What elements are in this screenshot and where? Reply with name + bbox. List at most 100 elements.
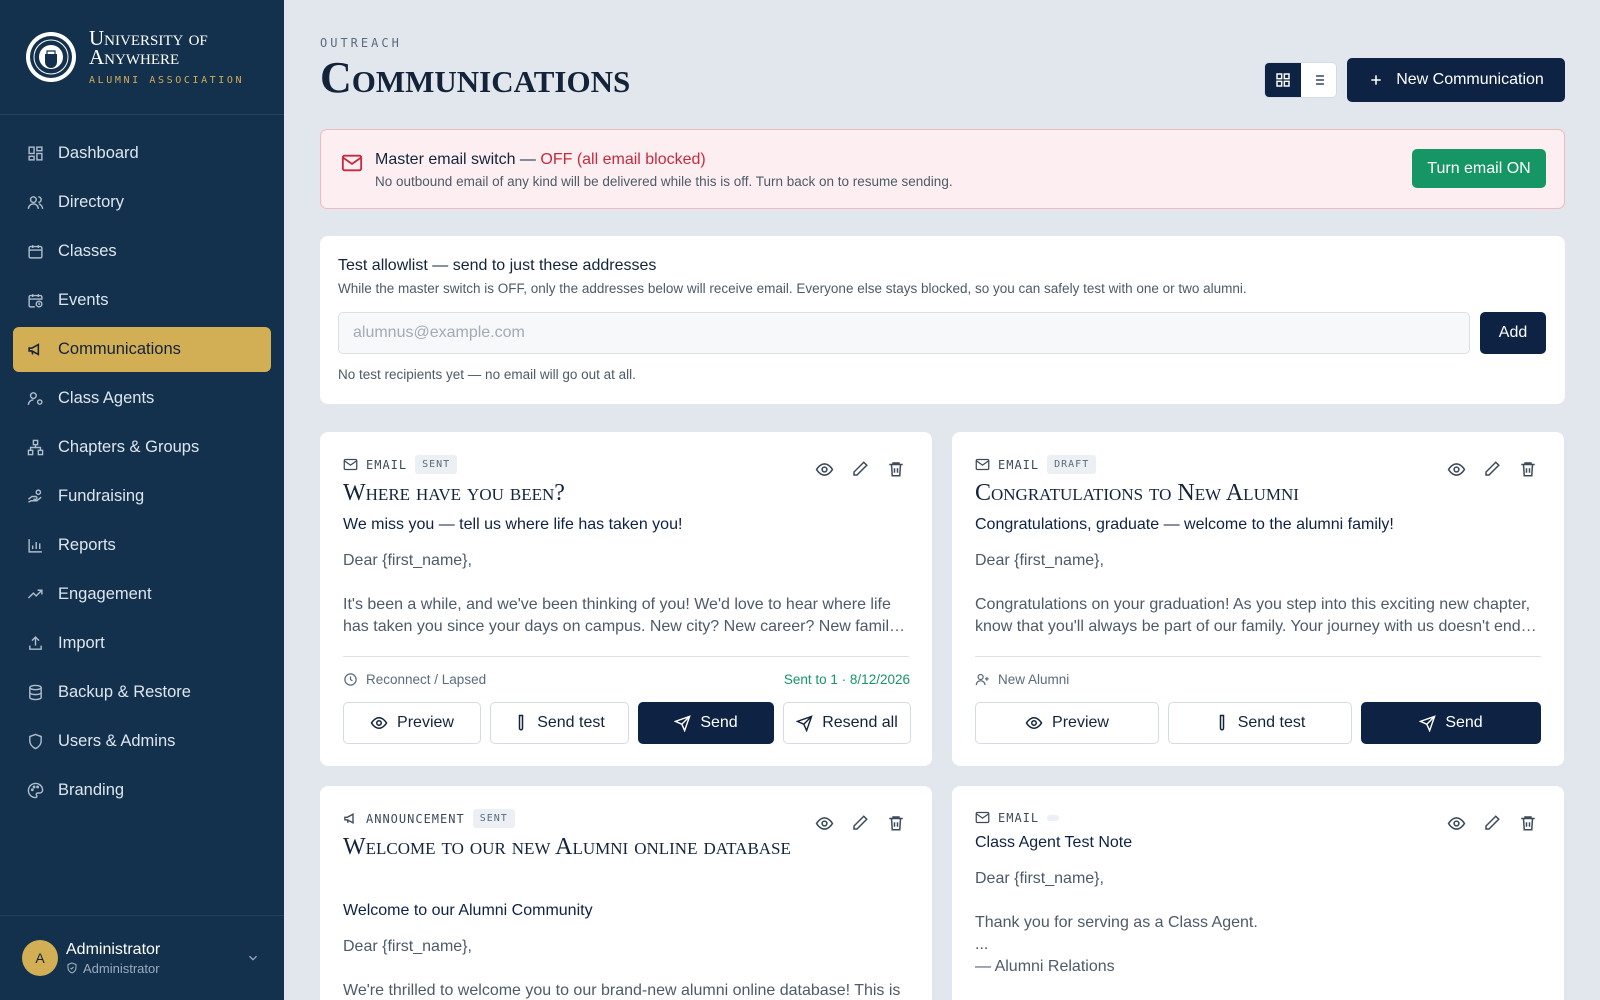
page-title: Communications [320, 53, 631, 102]
pencil-icon[interactable] [1482, 459, 1502, 479]
grid-view-button[interactable] [1265, 63, 1301, 97]
status-badge: DRAFT [1047, 455, 1097, 474]
sidebar-item-import[interactable]: Import [13, 621, 271, 666]
send-icon [674, 714, 692, 732]
chevron-down-icon[interactable] [246, 951, 260, 965]
card-title: Congratulations to New Alumni [975, 480, 1299, 506]
sidebar-item-label: Reports [58, 536, 116, 554]
preview-button[interactable]: Preview [343, 702, 481, 744]
card-type-label: EMAIL [366, 457, 408, 472]
allowlist-subtitle: While the master switch is OFF, only the… [338, 281, 1247, 296]
eye-icon[interactable] [814, 459, 834, 479]
sidebar-item-classes[interactable]: Classes [13, 229, 271, 274]
alert-subtitle: No outbound email of any kind will be de… [375, 174, 953, 189]
new-communication-button[interactable]: New Communication [1347, 58, 1565, 102]
hand-coins-icon [26, 488, 44, 506]
upload-icon [26, 635, 44, 653]
pencil-icon[interactable] [1482, 813, 1502, 833]
turn-email-on-button[interactable]: Turn email ON [1412, 149, 1546, 188]
trash-icon[interactable] [1518, 459, 1538, 479]
calendar-icon [26, 243, 44, 261]
card-body: Dear {first_name}, Congratulations on yo… [975, 552, 1537, 635]
send-test-button[interactable]: Send test [1168, 702, 1352, 744]
card-audience: Reconnect / Lapsed [343, 672, 486, 687]
add-recipient-button[interactable]: Add [1480, 312, 1546, 354]
sidebar-item-label: Communications [58, 340, 181, 358]
list-view-button[interactable] [1301, 63, 1337, 97]
calendar-clock-icon [26, 292, 44, 310]
communication-card: EMAIL DRAFT Congratulations to New Alumn… [952, 432, 1564, 766]
sidebar-item-class-agents[interactable]: Class Agents [13, 376, 271, 421]
card-type-label: ANNOUNCEMENT [366, 811, 465, 826]
sidebar-item-branding[interactable]: Branding [13, 768, 271, 813]
database-icon [26, 684, 44, 702]
view-toggle [1264, 62, 1337, 98]
pencil-icon[interactable] [850, 813, 870, 833]
sidebar-item-label: Classes [58, 242, 117, 260]
status-badge: SENT [472, 809, 515, 828]
sidebar-item-label: Engagement [58, 585, 152, 603]
sidebar-item-reports[interactable]: Reports [13, 523, 271, 568]
sidebar-item-label: Class Agents [58, 389, 155, 407]
avatar: A [22, 940, 58, 976]
allowlist-title: Test allowlist — send to just these addr… [338, 257, 657, 274]
sidebar-item-engagement[interactable]: Engagement [13, 572, 271, 617]
sidebar-item-label: Import [58, 634, 105, 652]
allowlist-email-input[interactable] [338, 312, 1470, 354]
card-type-label: EMAIL [998, 810, 1040, 825]
sidebar-item-backup-restore[interactable]: Backup & Restore [13, 670, 271, 715]
send-button[interactable]: Send [1361, 702, 1541, 744]
communication-card: EMAIL Class Agent Test Note Dear {first_… [952, 786, 1564, 1000]
sidebar-item-label: Backup & Restore [58, 683, 191, 701]
sidebar-item-communications[interactable]: Communications [13, 327, 271, 372]
sidebar-item-directory[interactable]: Directory [13, 180, 271, 225]
card-audience: New Alumni [975, 672, 1069, 687]
preview-button[interactable]: Preview [975, 702, 1159, 744]
sidebar-item-chapters-groups[interactable]: Chapters & Groups [13, 425, 271, 470]
sidebar-item-fundraising[interactable]: Fundraising [13, 474, 271, 519]
sidebar-item-label: Events [58, 291, 109, 309]
communication-card: ANNOUNCEMENT SENT Welcome to our new Alu… [320, 786, 932, 1000]
card-sent-info: Sent to 1 · 8/12/2026 [783, 672, 910, 687]
eye-icon[interactable] [1446, 459, 1466, 479]
trash-icon[interactable] [886, 813, 906, 833]
test-tube-icon [518, 714, 524, 731]
mail-icon [975, 811, 990, 824]
divider [343, 656, 909, 657]
sidebar-item-dashboard[interactable]: Dashboard [13, 131, 271, 176]
allowlist-empty-note: No test recipients yet — no email will g… [338, 367, 636, 382]
test-allowlist-panel: Test allowlist — send to just these addr… [320, 236, 1565, 404]
sidebar-item-label: Directory [58, 193, 125, 211]
alert-title: Master email switch — OFF (all email blo… [375, 151, 706, 168]
user-role: Administrator [66, 961, 160, 976]
trash-icon[interactable] [1518, 813, 1538, 833]
sidebar-nav: Dashboard Directory Classes Events Commu… [13, 131, 271, 817]
resend-all-button[interactable]: Resend all [783, 702, 911, 744]
send-test-button[interactable]: Send test [490, 702, 629, 744]
network-icon [26, 439, 44, 457]
send-button[interactable]: Send [638, 702, 774, 744]
page-eyebrow: OUTREACH [320, 36, 402, 50]
sidebar-item-events[interactable]: Events [13, 278, 271, 323]
bar-chart-icon [26, 537, 44, 555]
megaphone-icon [344, 812, 354, 825]
grid-icon [26, 145, 44, 163]
user-menu[interactable]: A Administrator Administrator [0, 915, 284, 1000]
sidebar-item-label: Fundraising [58, 487, 145, 505]
shield-check-icon [67, 962, 77, 974]
trending-up-icon [26, 586, 44, 604]
eye-icon[interactable] [1446, 813, 1466, 833]
trash-icon[interactable] [886, 459, 906, 479]
clock-icon [344, 673, 357, 686]
card-body: Dear {first_name}, We're thrilled to wel… [343, 938, 901, 999]
users-icon [26, 194, 44, 212]
sidebar-item-users-admins[interactable]: Users & Admins [13, 719, 271, 764]
sidebar-item-label: Branding [58, 781, 125, 799]
brand-subtitle: Alumni Association [89, 74, 245, 86]
card-body: Dear {first_name}, Thank you for serving… [975, 870, 1258, 975]
eye-icon[interactable] [814, 813, 834, 833]
status-badge: SENT [415, 455, 458, 474]
eye-icon [370, 716, 388, 730]
pencil-icon[interactable] [850, 459, 870, 479]
eye-icon [1025, 716, 1043, 730]
